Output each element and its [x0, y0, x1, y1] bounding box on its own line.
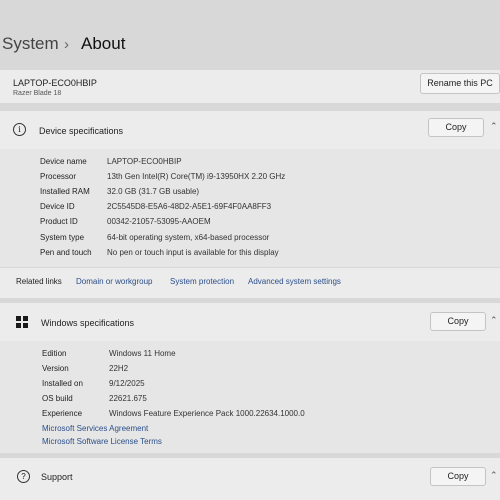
spec-value: 2C5545D8-E5A6-48D2-A5E1-69F4F0AA8FF3 — [107, 202, 272, 211]
pc-name: LAPTOP-ECO0HBIP — [13, 78, 97, 88]
breadcrumb-system[interactable]: System — [2, 34, 59, 54]
support-title: Support — [41, 472, 73, 482]
spec-label: Installed RAM — [40, 187, 90, 196]
spec-label: Processor — [40, 172, 77, 181]
rename-pc-button[interactable]: Rename this PC — [420, 73, 500, 94]
windows-logo-icon — [16, 316, 28, 328]
spec-label: Product ID — [40, 217, 78, 226]
chevron-up-icon[interactable]: ⌃ — [490, 121, 498, 132]
help-icon: ? — [17, 470, 30, 483]
spec-label: Pen and touch — [40, 248, 92, 257]
spec-label: Device name — [40, 157, 87, 166]
system-protection-link[interactable]: System protection — [170, 277, 234, 286]
spec-label: Device ID — [40, 202, 75, 211]
spec-value: No pen or touch input is available for t… — [107, 248, 279, 257]
spec-value: 22H2 — [109, 364, 129, 373]
info-icon: i — [13, 123, 26, 136]
spec-value: 64-bit operating system, x64-based proce… — [107, 233, 270, 242]
spec-label: Edition — [42, 349, 67, 358]
chevron-up-icon[interactable]: ⌃ — [490, 470, 498, 481]
domain-workgroup-link[interactable]: Domain or workgroup — [76, 277, 152, 286]
advanced-system-settings-link[interactable]: Advanced system settings — [248, 277, 341, 286]
pc-model: Razer Blade 18 — [13, 90, 62, 97]
device-specs-title: Device specifications — [39, 126, 124, 136]
spec-value: 00342-21057-53095-AAOEM — [107, 217, 211, 226]
spec-value: LAPTOP-ECO0HBIP — [107, 157, 182, 166]
spec-value: 9/12/2025 — [109, 379, 145, 388]
spec-value: 32.0 GB (31.7 GB usable) — [107, 187, 200, 196]
spec-label: Experience — [42, 409, 83, 418]
related-links-label: Related links — [16, 277, 62, 286]
support-copy-button[interactable]: Copy — [430, 467, 486, 486]
page-title: About — [81, 34, 126, 53]
windows-specs-copy-button[interactable]: Copy — [430, 312, 486, 331]
spec-value: 13th Gen Intel(R) Core(TM) i9-13950HX 2.… — [107, 172, 286, 181]
chevron-up-icon[interactable]: ⌃ — [490, 315, 498, 326]
spec-label: System type — [40, 233, 85, 242]
windows-specs-title: Windows specifications — [41, 318, 135, 328]
device-specs-copy-button[interactable]: Copy — [428, 118, 484, 137]
spec-label: Installed on — [42, 379, 83, 388]
spec-label: OS build — [42, 394, 73, 403]
spec-label: Version — [42, 364, 69, 373]
support-header[interactable] — [0, 458, 500, 500]
microsoft-license-terms-link[interactable]: Microsoft Software License Terms — [42, 437, 162, 446]
spec-value: 22621.675 — [109, 394, 147, 403]
spec-value: Windows 11 Home — [109, 349, 176, 358]
microsoft-services-agreement-link[interactable]: Microsoft Services Agreement — [42, 424, 148, 433]
breadcrumb-separator-icon: › — [64, 36, 69, 53]
spec-value: Windows Feature Experience Pack 1000.226… — [109, 409, 305, 418]
